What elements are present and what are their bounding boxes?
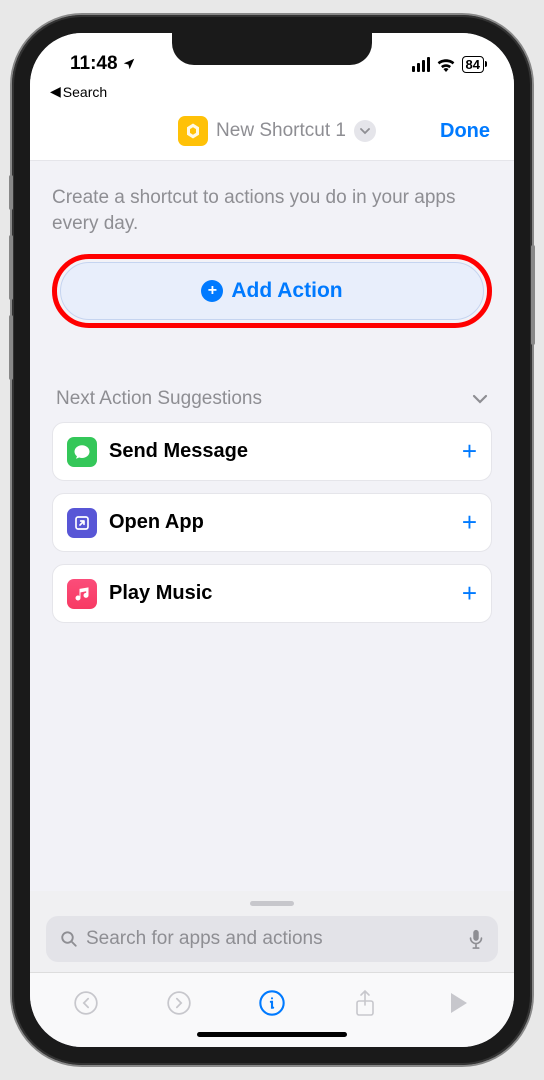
- wifi-icon: [436, 57, 456, 72]
- chevron-down-icon: [472, 394, 488, 404]
- music-icon: [67, 579, 97, 609]
- home-indicator[interactable]: [197, 1032, 347, 1037]
- search-input[interactable]: Search for apps and actions: [46, 916, 498, 962]
- add-suggestion-icon[interactable]: +: [462, 578, 477, 609]
- message-icon: [67, 437, 97, 467]
- suggestions-title: Next Action Suggestions: [56, 388, 262, 410]
- play-button[interactable]: [442, 987, 474, 1019]
- search-placeholder: Search for apps and actions: [86, 928, 460, 950]
- cellular-signal-icon: [412, 57, 430, 72]
- battery-icon: 84: [462, 56, 484, 73]
- chevron-down-icon: [354, 120, 376, 142]
- status-time: 11:48: [70, 53, 118, 75]
- plus-circle-icon: +: [201, 280, 223, 302]
- microphone-icon[interactable]: [468, 929, 484, 949]
- shortcut-title-dropdown[interactable]: New Shortcut 1: [178, 116, 376, 146]
- back-to-search[interactable]: ◀ Search: [30, 83, 514, 106]
- location-icon: [122, 57, 136, 71]
- navigation-bar: New Shortcut 1 Done: [30, 106, 514, 161]
- suggestion-open-app[interactable]: Open App +: [52, 493, 492, 552]
- suggestion-label: Send Message: [109, 440, 450, 463]
- share-button[interactable]: [349, 987, 381, 1019]
- suggestion-play-music[interactable]: Play Music +: [52, 564, 492, 623]
- back-chevron-icon: ◀: [50, 83, 61, 100]
- suggestions-header[interactable]: Next Action Suggestions: [52, 388, 492, 410]
- redo-button[interactable]: [163, 987, 195, 1019]
- suggestion-label: Play Music: [109, 582, 450, 605]
- add-action-highlight: + Add Action: [52, 254, 492, 328]
- search-sheet: Search for apps and actions: [30, 891, 514, 972]
- add-suggestion-icon[interactable]: +: [462, 507, 477, 538]
- shortcut-title: New Shortcut 1: [216, 120, 346, 142]
- suggestion-send-message[interactable]: Send Message +: [52, 422, 492, 481]
- intro-text: Create a shortcut to actions you do in y…: [52, 185, 492, 236]
- done-button[interactable]: Done: [440, 120, 490, 143]
- drag-handle[interactable]: [250, 901, 294, 906]
- open-app-icon: [67, 508, 97, 538]
- undo-button[interactable]: [70, 987, 102, 1019]
- search-icon: [60, 930, 78, 948]
- add-action-label: Add Action: [231, 279, 342, 303]
- suggestion-label: Open App: [109, 511, 450, 534]
- add-suggestion-icon[interactable]: +: [462, 436, 477, 467]
- add-action-button[interactable]: + Add Action: [60, 262, 484, 320]
- info-button[interactable]: [256, 987, 288, 1019]
- shortcut-app-icon: [178, 116, 208, 146]
